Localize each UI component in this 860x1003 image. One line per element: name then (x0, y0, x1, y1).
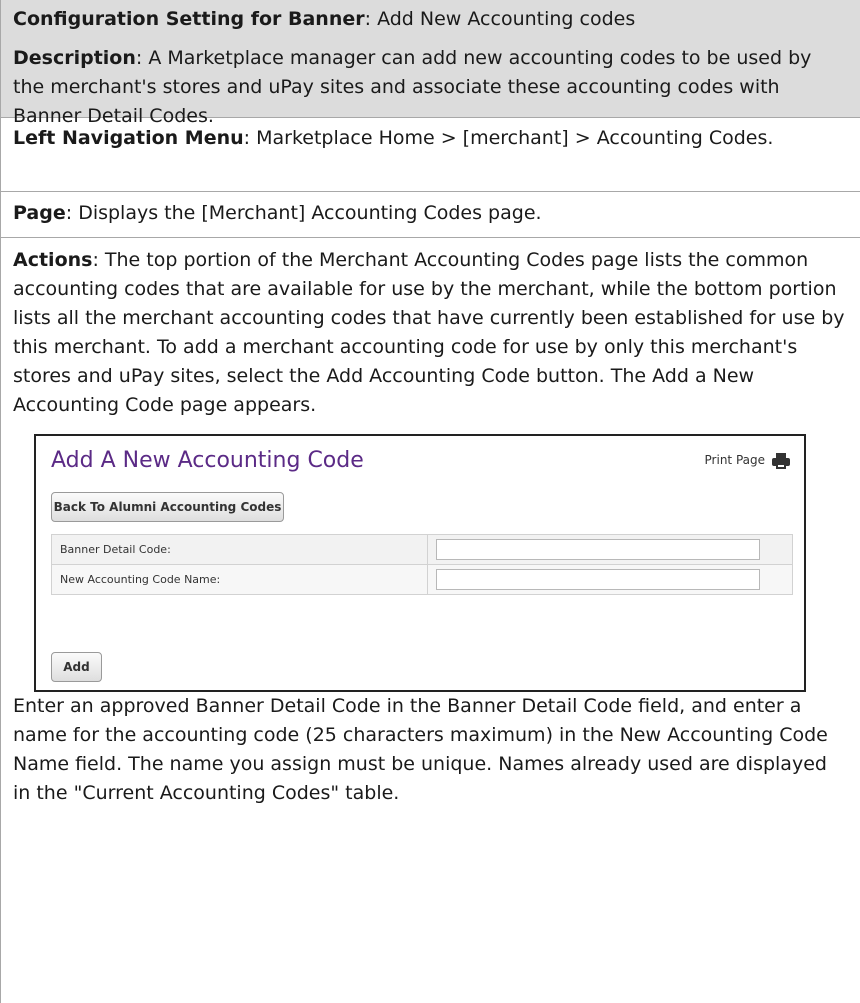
code-name-label: New Accounting Code Name: (51, 564, 428, 595)
left-nav-section: Left Navigation Menu: Marketplace Home >… (0, 118, 860, 192)
banner-detail-code-input[interactable] (436, 539, 760, 560)
add-button[interactable]: Add (51, 652, 102, 682)
left-nav-text: Marketplace Home > [merchant] > Accounti… (256, 127, 774, 149)
banner-detail-code-label: Banner Detail Code: (51, 534, 428, 565)
left-nav-label: Left Navigation Menu (13, 127, 244, 149)
back-to-accounting-codes-button[interactable]: Back To Alumni Accounting Codes (51, 492, 284, 522)
actions-text: The top portion of the Merchant Accounti… (13, 249, 845, 416)
banner-detail-code-cell (427, 534, 793, 565)
print-page-label: Print Page (704, 453, 765, 467)
screenshot-title: Add A New Accounting Code (51, 448, 364, 473)
page-label: Page (13, 202, 66, 224)
page-section: Page: Displays the [Merchant] Accounting… (0, 192, 860, 238)
description-label: Description (13, 47, 136, 69)
form-row-banner-detail-code: Banner Detail Code: (51, 534, 793, 565)
actions-followup-text: Enter an approved Banner Detail Code in … (13, 695, 828, 804)
code-name-input[interactable] (436, 569, 760, 590)
code-name-cell (427, 564, 793, 595)
document: Configuration Setting for Banner: Add Ne… (0, 0, 860, 1003)
actions-label: Actions (13, 249, 93, 271)
actions-section: Actions: The top portion of the Merchant… (0, 238, 860, 1003)
config-label: Configuration Setting for Banner (13, 8, 365, 30)
config-value: Add New Accounting codes (377, 8, 636, 30)
form-row-code-name: New Accounting Code Name: (51, 564, 793, 595)
config-section: Configuration Setting for Banner: Add Ne… (0, 0, 860, 127)
new-code-form: Banner Detail Code: New Accounting Code … (51, 534, 793, 595)
print-page-link[interactable]: Print Page (705, 446, 790, 475)
printer-icon (772, 452, 790, 469)
embedded-screenshot: Add A New Accounting Code Print Page Bac… (34, 434, 806, 692)
page-text: Displays the [Merchant] Accounting Codes… (78, 202, 542, 224)
